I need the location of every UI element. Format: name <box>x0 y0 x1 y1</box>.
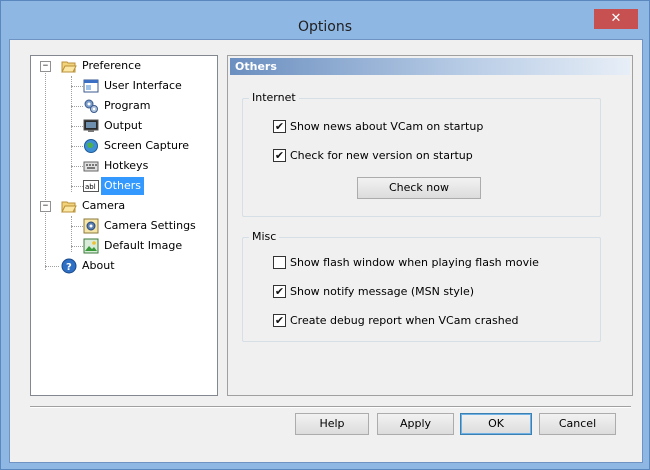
tree-item-user-interface[interactable]: User Interface <box>83 77 185 95</box>
panel-title: Others <box>235 60 277 73</box>
tree-label: Camera Settings <box>104 219 196 232</box>
tree-line <box>45 266 59 267</box>
tree-item-output[interactable]: Output <box>83 117 145 135</box>
show-news-label: Show news about VCam on startup <box>290 120 484 133</box>
close-button[interactable]: ✕ <box>594 9 638 29</box>
help-button[interactable]: Help <box>295 413 369 435</box>
check-version-checkbox[interactable]: ✔ <box>273 148 286 162</box>
tree-label: Hotkeys <box>104 159 149 172</box>
title-bar[interactable]: Options ✕ <box>1 1 649 39</box>
flash-window-checkbox[interactable] <box>273 255 286 269</box>
tree-item-program[interactable]: Program <box>83 97 153 115</box>
tree-line <box>71 86 83 87</box>
tree-label: Program <box>104 99 151 112</box>
tree-label: Others <box>101 177 144 195</box>
options-panel: Others Internet ✔ Show news about VCam on… <box>227 55 633 396</box>
tree-item-preference[interactable]: Preference <box>61 57 144 75</box>
tree-label: Camera <box>82 199 126 212</box>
panel-header: Others <box>230 58 630 75</box>
window-icon <box>83 78 99 94</box>
folder-open-icon <box>61 58 77 74</box>
text-field-icon: abl <box>83 178 99 194</box>
tree-line <box>71 106 83 107</box>
tree-item-default-image[interactable]: Default Image <box>83 237 185 255</box>
tree-label: User Interface <box>104 79 182 92</box>
tree-item-others[interactable]: abl Others <box>83 177 144 195</box>
check-version-label: Check for new version on startup <box>290 149 473 162</box>
flash-window-label: Show flash window when playing flash mov… <box>290 256 539 269</box>
debug-option[interactable]: ✔ Create debug report when VCam crashed <box>273 313 518 329</box>
ok-button[interactable]: OK <box>460 413 532 435</box>
window-title: Options <box>297 19 353 35</box>
tree-line <box>45 71 46 270</box>
gears-icon <box>83 98 99 114</box>
internet-group: Internet ✔ Show news about VCam on startu… <box>242 91 601 217</box>
show-news-option[interactable]: ✔ Show news about VCam on startup <box>273 119 483 135</box>
tree-item-about[interactable]: ? About <box>61 257 118 275</box>
cancel-button[interactable]: Cancel <box>539 413 616 435</box>
misc-group-title: Misc <box>249 230 280 243</box>
camera-settings-icon <box>83 218 99 234</box>
tree-label: Output <box>104 119 143 132</box>
image-icon <box>83 238 99 254</box>
tree-item-hotkeys[interactable]: Hotkeys <box>83 157 151 175</box>
tree-line <box>71 186 83 187</box>
tree-item-camera-settings[interactable]: Camera Settings <box>83 217 199 235</box>
folder-open-icon <box>61 198 77 214</box>
tree-line <box>71 246 83 247</box>
tree-item-screen-capture[interactable]: Screen Capture <box>83 137 192 155</box>
apply-button[interactable]: Apply <box>377 413 454 435</box>
tree-line <box>71 76 72 192</box>
collapse-icon[interactable]: − <box>40 61 51 72</box>
tree-item-camera[interactable]: Camera <box>61 197 128 215</box>
internet-group-title: Internet <box>249 91 299 104</box>
check-version-option[interactable]: ✔ Check for new version on startup <box>273 148 473 164</box>
check-now-button[interactable]: Check now <box>357 177 481 199</box>
tree-line <box>71 226 83 227</box>
tree-label: Default Image <box>104 239 183 252</box>
svg-text:?: ? <box>66 262 72 273</box>
tree-line <box>71 146 83 147</box>
monitor-icon <box>83 118 99 134</box>
notify-checkbox[interactable]: ✔ <box>273 284 286 298</box>
debug-checkbox[interactable]: ✔ <box>273 313 286 327</box>
tree-label: Screen Capture <box>104 139 190 152</box>
keyboard-icon <box>83 158 99 174</box>
tree-line <box>71 166 83 167</box>
collapse-icon[interactable]: − <box>40 201 51 212</box>
misc-group: Misc Show flash window when playing flas… <box>242 230 601 342</box>
notify-option[interactable]: ✔ Show notify message (MSN style) <box>273 284 474 300</box>
separator <box>30 406 631 408</box>
debug-label: Create debug report when VCam crashed <box>290 314 519 327</box>
options-window: Options ✕ − Preference User Interface Pr… <box>0 0 650 470</box>
tree-line <box>71 126 83 127</box>
tree-label: About <box>82 259 115 272</box>
abl-text: abl <box>85 183 96 191</box>
tree-label: Preference <box>82 59 141 72</box>
show-news-checkbox[interactable]: ✔ <box>273 119 286 133</box>
options-tree[interactable]: − Preference User Interface Program Outp… <box>30 55 218 396</box>
help-icon: ? <box>61 258 77 274</box>
dialog-body: − Preference User Interface Program Outp… <box>9 39 643 463</box>
globe-icon <box>83 138 99 154</box>
flash-window-option[interactable]: Show flash window when playing flash mov… <box>273 255 539 271</box>
notify-label: Show notify message (MSN style) <box>290 285 475 298</box>
